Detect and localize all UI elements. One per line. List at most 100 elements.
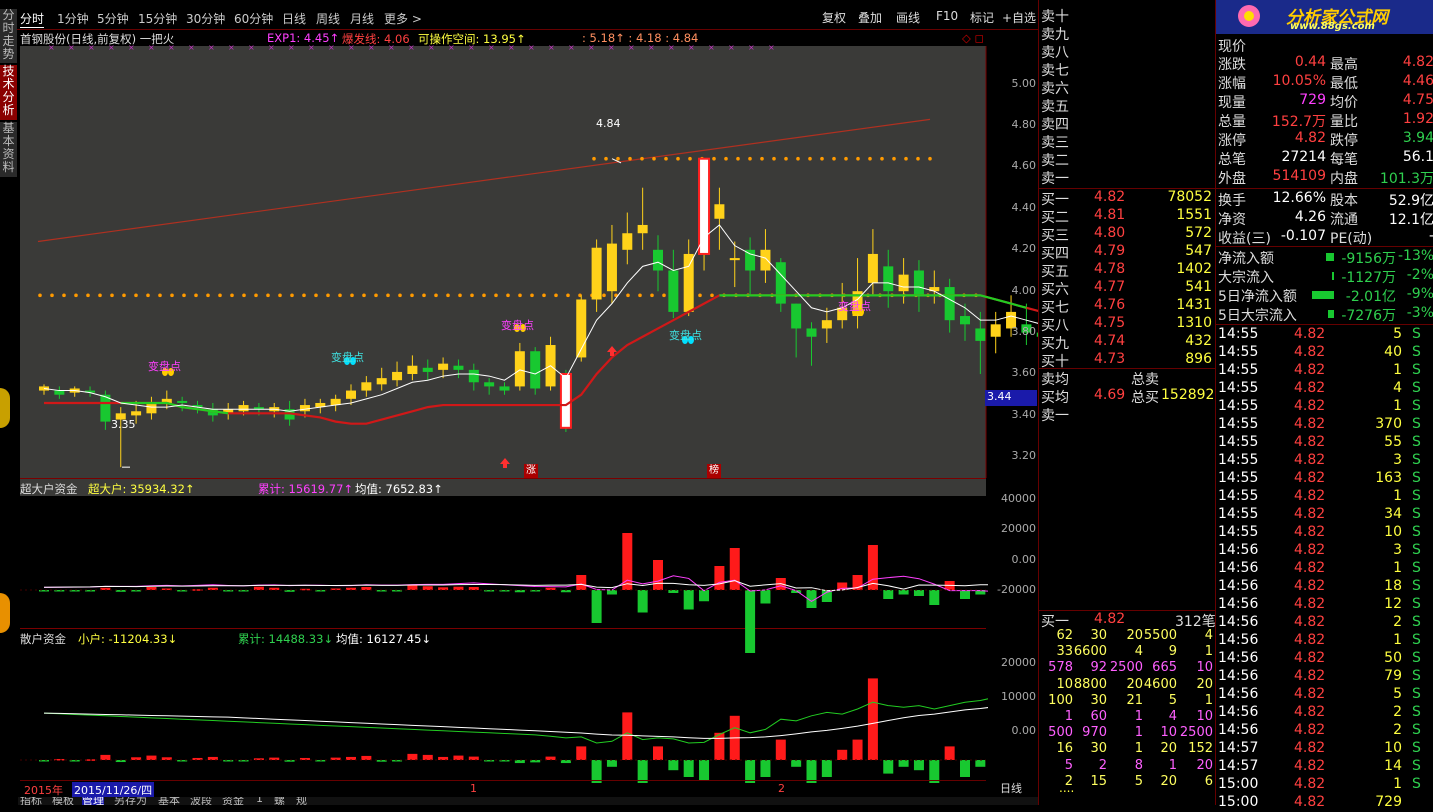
period-tab-monthly[interactable]: 月线	[350, 10, 374, 27]
flow-pct: -3%	[1406, 305, 1433, 321]
stat-label: 外盘	[1218, 171, 1246, 187]
buy-level-label: 买九	[1041, 336, 1069, 352]
support-dot	[254, 293, 258, 298]
top-marker: ×	[268, 43, 275, 52]
candle-body	[346, 390, 356, 399]
bottom-tab[interactable]: 指标	[20, 797, 42, 805]
candle-body	[54, 390, 65, 395]
candle-body	[867, 253, 878, 283]
stat-value: 56.1	[1402, 149, 1433, 165]
period-more-button[interactable]: 更多 >	[384, 10, 422, 27]
flow-pct: -13%	[1398, 248, 1433, 264]
panel3-bar	[453, 755, 464, 760]
support-dot	[422, 293, 426, 298]
buy-level-label: 买八	[1041, 318, 1069, 334]
candle-body	[729, 258, 740, 261]
bottom-tab[interactable]: 资金	[222, 797, 244, 805]
tick-side: S	[1412, 542, 1421, 558]
bottom-tab[interactable]: 模板	[52, 797, 74, 805]
period-tab-5min[interactable]: 5分钟	[97, 10, 129, 27]
period-tab-fenshi[interactable]: 分时	[20, 10, 45, 28]
stat-value: 4.75	[1402, 92, 1433, 108]
panel2-bar	[407, 585, 418, 590]
support-dot	[410, 293, 414, 298]
tab-intraday[interactable]: 分时走势	[0, 9, 17, 64]
panel3-bar	[760, 760, 771, 777]
buy-level-volume: 541	[1185, 279, 1212, 295]
stat-value: 12.66%	[1272, 190, 1326, 206]
tick-volume: 2	[1393, 704, 1402, 720]
top-marker: ×	[588, 43, 595, 52]
candle-body	[177, 400, 188, 403]
panel2-bar	[653, 560, 663, 590]
draw-line-button[interactable]: 画线	[896, 9, 920, 26]
bottom-tab[interactable]: 管理	[82, 797, 104, 805]
candle-body	[653, 249, 663, 271]
price-tick-label: 5.00	[1011, 77, 1037, 90]
support-dot	[158, 293, 162, 298]
buy-level-price: 4.79	[1094, 243, 1126, 259]
f10-button[interactable]: F10	[936, 9, 958, 23]
resistance-dot	[628, 156, 632, 161]
top-marker: ×	[128, 43, 135, 52]
tick-price: 4.82	[1294, 362, 1326, 378]
add-watchlist-button[interactable]: +自选	[1002, 9, 1036, 26]
tick-side: S	[1412, 380, 1421, 396]
bottom-tab[interactable]: 1	[256, 797, 263, 805]
top-marker: ×	[668, 43, 675, 52]
period-tab-30min[interactable]: 30分钟	[186, 10, 225, 27]
period-tab-60min[interactable]: 60分钟	[234, 10, 273, 27]
top-marker: ×	[168, 43, 175, 52]
stat-label: 内盘	[1330, 171, 1358, 187]
stat-label: 量比	[1330, 114, 1358, 130]
flow-value: -1127万	[1341, 270, 1396, 286]
queue-more[interactable]: ....	[1059, 781, 1074, 799]
panel3-bar	[668, 760, 679, 771]
top-marker: ×	[108, 43, 115, 52]
top-marker: ×	[628, 43, 635, 52]
bottom-tab[interactable]: 螺	[274, 797, 285, 805]
float-handle[interactable]	[0, 593, 10, 633]
tab-fundamental[interactable]: 基本资料	[0, 122, 17, 178]
panel-toggle-handle[interactable]	[0, 388, 10, 428]
support-dot	[74, 293, 78, 298]
period-tab-daily[interactable]: 日线	[282, 10, 306, 27]
bottom-tab[interactable]: 另存为	[114, 797, 147, 805]
panel3-bar	[837, 749, 848, 760]
panel2-tick: 0.00	[1011, 553, 1037, 566]
tab-technical[interactable]: 技术分析	[0, 65, 17, 121]
overlay-button[interactable]: 叠加	[858, 9, 882, 26]
tick-volume: 370	[1375, 416, 1402, 432]
candle-body	[606, 243, 617, 292]
mark-button[interactable]: 标记	[970, 9, 994, 26]
tick-price: 4.82	[1294, 344, 1326, 360]
period-tab-15min[interactable]: 15分钟	[138, 10, 177, 27]
sell-level-label: 卖十	[1041, 9, 1069, 25]
support-dot	[218, 293, 222, 298]
buy-level-volume: 1310	[1176, 315, 1212, 331]
fuquan-button[interactable]: 复权	[822, 9, 846, 26]
tick-volume: 5	[1393, 326, 1402, 342]
period-tab-weekly[interactable]: 周线	[316, 10, 340, 27]
bottom-tab[interactable]: 波段	[190, 797, 212, 805]
tick-volume: 79	[1384, 668, 1402, 684]
panel3-bar	[407, 753, 418, 760]
flow-value: -9156万	[1341, 251, 1396, 267]
panel3-bar	[100, 754, 111, 760]
period-tab-1min[interactable]: 1分钟	[57, 10, 89, 27]
tick-volume: 3	[1393, 542, 1402, 558]
month-label: 1	[470, 782, 477, 795]
bottom-tab[interactable]: 规	[296, 797, 307, 805]
panel3-bar	[775, 739, 786, 760]
price-tick-label: 4.20	[1011, 242, 1037, 255]
top-marker: ×	[148, 43, 155, 52]
tick-price: 4.82	[1294, 470, 1326, 486]
resistance-dot	[592, 156, 596, 161]
panel2-bar	[422, 586, 433, 590]
tick-volume: 2	[1393, 614, 1402, 630]
resistance-dot	[664, 156, 668, 161]
bottom-tab[interactable]: 基本	[158, 797, 180, 805]
tick-price: 4.82	[1294, 596, 1326, 612]
panel3-bar	[653, 746, 663, 760]
tick-side: S	[1412, 488, 1421, 504]
